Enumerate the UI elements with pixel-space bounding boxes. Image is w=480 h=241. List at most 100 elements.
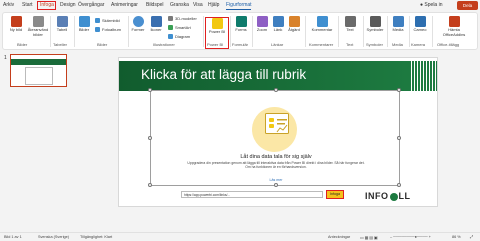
share-button[interactable]: Dela [457,1,478,10]
contextual-tab-underline [226,9,251,10]
text-button[interactable]: Text [339,16,361,33]
power-bi-placeholder[interactable]: Låt dina data tala för sig själv Uppgrad… [148,88,401,199]
shapes-icon [132,16,144,27]
symbols-button[interactable]: Symboler [364,16,386,33]
3d-models-label: 3D-modeller [175,16,197,21]
pictures-button[interactable]: Bilder [73,16,95,33]
record-button[interactable]: ● Spela in [420,2,443,8]
office-addins-label: Hämta OfficeAddins [442,27,466,37]
thumbnail-number: 1 [4,55,7,61]
accessibility-status[interactable]: Tillgänglighet: Klart [80,235,112,239]
smartart-label: SmartArt [175,25,191,30]
group-separator [305,16,306,47]
slide-counter: Bild 1 av 1 [4,235,22,239]
thumbnail-placeholder [25,67,53,85]
logo-text-right: LL [398,191,411,201]
group-forms-label: Formulär [232,42,249,47]
title-band-stripes [409,61,437,91]
icons-button[interactable]: Ikoner [145,16,167,33]
new-slide-icon [10,16,22,27]
menu-slideshow[interactable]: Bildspel [146,2,164,8]
media-button[interactable]: Media [387,16,409,33]
menu-bar: Arkiv Start Infoga Design Övergångar Ani… [0,0,480,11]
symbols-label: Symboler [366,27,384,32]
screenshot-button[interactable]: Skärmbild [95,18,120,23]
group-separator [203,16,204,47]
text-label: Text [346,27,354,32]
power-bi-description: Uppgradera din presentation genom att lä… [187,161,365,170]
group-symbols-label: Symboler [366,42,383,47]
menu-home[interactable]: Start [22,2,33,8]
table-icon [56,16,68,27]
office-addins-button[interactable]: Hämta OfficeAddins [437,16,471,37]
comment-button[interactable]: Kommentar [309,16,335,33]
resize-handle[interactable] [274,183,278,187]
photo-album-label: Fotoalbum [102,27,121,32]
smartart-button[interactable]: SmartArt [168,25,191,30]
cameo-label: Cameo [413,27,427,32]
resize-handle[interactable] [148,88,152,92]
cameo-button[interactable]: Cameo [409,16,431,33]
photo-album-button[interactable]: Fotoalbum [95,27,121,32]
menu-file[interactable]: Arkiv [3,2,14,8]
comment-label: Kommentar [311,27,333,32]
learn-more-link[interactable]: Läs mer [151,178,401,182]
report-url-input[interactable]: https://app.powerbi.com/links/... [181,191,323,198]
resize-handle[interactable] [397,183,401,187]
thumbnail-title-band [11,59,66,65]
record-label: Spela in [424,2,443,8]
menu-review[interactable]: Granska [170,2,189,8]
view-buttons[interactable]: ▭ ▦ ▤ ▣ [360,235,378,240]
chart-button[interactable]: Diagram [168,34,190,39]
forms-button[interactable]: Forms [230,16,252,33]
group-addins-label: Office-tillägg [437,42,460,47]
symbols-icon [369,16,381,27]
menu-view[interactable]: Visa [193,2,203,8]
language-status[interactable]: Svenska (Sverige) [38,235,69,239]
zoom-level[interactable]: 86 % [452,235,461,239]
resize-handle[interactable] [148,183,152,187]
slide-title-placeholder[interactable]: Klicka för att lägga till rubrik [141,67,306,82]
insert-report-button[interactable]: Infoga [326,190,344,199]
notes-button[interactable]: Anteckningar [328,235,350,239]
menu-transitions[interactable]: Övergångar [78,2,104,8]
action-icon [288,16,300,27]
text-icon [344,16,356,27]
menu-animations[interactable]: Animeringar [111,2,138,8]
group-slides-label: Bilder [17,42,28,47]
company-logo: INFO LL [365,191,411,201]
resize-handle[interactable] [148,136,152,140]
3d-models-button[interactable]: 3D-modeller [168,16,197,21]
action-label: Åtgärd [288,27,300,32]
smartart-icon [168,25,173,30]
reuse-slides-label: Återanvänd bilder [27,27,49,37]
resize-handle[interactable] [274,88,278,92]
icons-label: Ikoner [150,27,162,32]
slide-canvas[interactable]: Klicka för att lägga till rubrik Låt din… [118,57,438,207]
group-camera-label: Kamera [411,42,426,47]
screenshot-icon [95,18,100,23]
reuse-slides-button[interactable]: Återanvänd bilder [27,16,49,37]
menu-design[interactable]: Design [60,2,76,8]
menu-shape-format[interactable]: Figurformat [226,2,252,8]
3d-models-icon [168,16,173,21]
fit-to-window-icon[interactable]: ⤢ [470,235,473,239]
resize-handle[interactable] [397,88,401,92]
new-slide-button[interactable]: Ny bild [5,16,27,33]
logo-mark [389,192,398,201]
menu-help[interactable]: Hjälp [208,2,219,8]
insert-tab-highlight [37,1,56,10]
ribbon: Ny bild Återanvänd bilder Bilder Tabell … [2,12,478,50]
table-button[interactable]: Tabell [51,16,73,33]
action-button[interactable]: Åtgärd [283,16,305,33]
group-links-label: Länkar [271,42,284,47]
icons-icon [150,16,162,27]
screenshot-label: Skärmbild [102,18,120,23]
table-label: Tabell [56,27,68,32]
zoom-slider[interactable]: – ────────●──── + [390,235,431,239]
power-bi-highlight [205,17,229,49]
shapes-label: Former [131,27,145,32]
logo-text-left: INFO [365,191,389,201]
slide-thumbnail[interactable] [10,54,67,87]
resize-handle[interactable] [397,136,401,140]
